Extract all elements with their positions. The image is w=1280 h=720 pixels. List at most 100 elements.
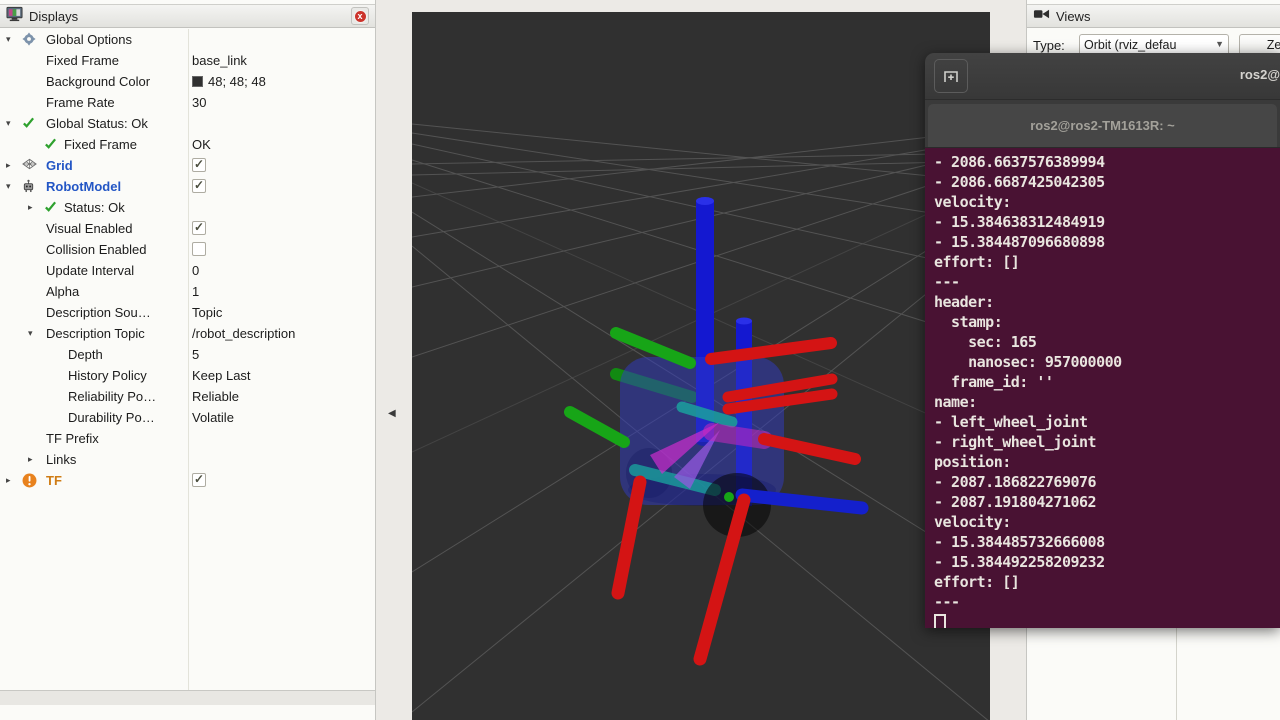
tree-row[interactable]: ▾Global Status: Ok (0, 113, 375, 134)
panel-splitter[interactable]: ◀ (377, 0, 412, 720)
new-tab-button[interactable] (934, 59, 968, 93)
displays-panel: Displays x ▾ Global Options Fixed Frame bas… (0, 0, 376, 720)
chevron-down-icon: ▼ (1215, 39, 1224, 49)
views-type-label: Type: (1033, 38, 1065, 53)
views-panel-icon (1033, 7, 1050, 25)
gear-icon (22, 32, 38, 48)
tree-row-label: Status: Ok (64, 200, 125, 215)
color-swatch (192, 76, 203, 87)
tree-row-label: Fixed Frame (46, 53, 119, 68)
tree-expand-arrow-icon[interactable]: ▾ (6, 118, 11, 129)
terminal-line: - 15.384638312484919 (934, 212, 1280, 232)
tree-row[interactable]: ▾RobotModel (0, 176, 375, 197)
checkbox[interactable] (192, 242, 206, 256)
terminal-line: --- (934, 272, 1280, 292)
terminal-line: position: (934, 452, 1280, 472)
tree-expand-arrow-icon[interactable]: ▸ (6, 475, 11, 486)
terminal-line: - 2087.186822769076 (934, 472, 1280, 492)
tree-row[interactable]: Alpha 1 (0, 281, 375, 302)
checkbox[interactable] (192, 179, 206, 193)
displays-close-button[interactable]: x (351, 7, 369, 25)
tree-row-label: Description Sou… (46, 305, 151, 320)
view-type-value: Orbit (rviz_defau (1084, 38, 1176, 52)
grid-icon (22, 158, 38, 174)
tree-row[interactable]: Frame Rate 30 (0, 92, 375, 113)
checkbox[interactable] (192, 221, 206, 235)
tree-row[interactable]: Durability Po… Volatile (0, 407, 375, 428)
tree-row-value[interactable]: base_link (192, 53, 247, 68)
tree-row[interactable]: ▸TF (0, 470, 375, 491)
splitter-collapse-arrow-icon[interactable]: ◀ (388, 408, 396, 419)
tree-row-value[interactable]: Keep Last (192, 368, 251, 383)
terminal-output[interactable]: - 2086.6637576389994- 2086.6687425042305… (925, 148, 1280, 628)
displays-panel-title: Displays (29, 9, 351, 24)
new-tab-icon (941, 67, 961, 85)
robot-icon (22, 179, 38, 195)
views-panel-header: Views (1027, 4, 1280, 28)
tree-row[interactable]: History PolicyKeep Last (0, 365, 375, 386)
tree-expand-arrow-icon[interactable]: ▾ (6, 181, 11, 192)
tree-row-value[interactable]: Topic (192, 305, 222, 320)
tree-row[interactable]: Background Color48; 48; 48 (0, 71, 375, 92)
terminal-window[interactable]: ros2@ ros2@ros2-TM1613R: ~ - 2086.663757… (925, 53, 1280, 628)
tree-row-label: Durability Po… (68, 410, 155, 425)
tree-row-value[interactable]: Reliable (192, 389, 239, 404)
displays-panel-icon (6, 6, 23, 27)
tree-row-label: Links (46, 452, 76, 467)
tree-row-value[interactable]: 0 (192, 263, 199, 278)
tree-row-value[interactable]: OK (192, 137, 211, 152)
views-panel-title: Views (1056, 9, 1090, 24)
tree-row-label: Alpha (46, 284, 79, 299)
tree-row[interactable]: ▸ Grid (0, 155, 375, 176)
tree-row-label: Frame Rate (46, 95, 115, 110)
tree-expand-arrow-icon[interactable]: ▾ (6, 34, 11, 45)
tree-row-label: Collision Enabled (46, 242, 146, 257)
terminal-line: - 2087.191804271062 (934, 492, 1280, 512)
checkbox[interactable] (192, 158, 206, 172)
terminal-cursor (934, 614, 946, 628)
tree-row[interactable]: ▸ Links (0, 449, 375, 470)
tree-row[interactable]: Reliability Po… Reliable (0, 386, 375, 407)
tree-row[interactable]: Fixed Frame OK (0, 134, 375, 155)
tree-row[interactable]: Update Interval 0 (0, 260, 375, 281)
terminal-titlebar[interactable]: ros2@ (925, 53, 1280, 100)
tree-row[interactable]: Depth5 (0, 344, 375, 365)
terminal-window-title: ros2@ (1240, 67, 1280, 82)
tree-expand-arrow-icon[interactable]: ▸ (6, 160, 11, 171)
tree-row-label: Grid (46, 158, 73, 173)
tree-row-value[interactable]: /robot_description (192, 326, 295, 341)
3d-viewport[interactable] (412, 12, 990, 720)
terminal-line: - 15.384492258209232 (934, 552, 1280, 572)
terminal-tab[interactable]: ros2@ros2-TM1613R: ~ (928, 104, 1277, 147)
tree-row-label: Update Interval (46, 263, 134, 278)
tree-row-label: Visual Enabled (46, 221, 133, 236)
tree-row-label: Reliability Po… (68, 389, 156, 404)
tree-expand-arrow-icon[interactable]: ▸ (28, 454, 33, 465)
3d-viewport-canvas[interactable] (412, 12, 990, 720)
tree-row[interactable]: ▾ Global Options (0, 29, 375, 50)
terminal-tab-title: ros2@ros2-TM1613R: ~ (1030, 118, 1175, 133)
checkbox[interactable] (192, 473, 206, 487)
tree-row-label: Global Options (46, 32, 132, 47)
tree-row-value[interactable]: 48; 48; 48 (192, 74, 266, 89)
tree-row[interactable]: Description Sou… Topic (0, 302, 375, 323)
tree-row[interactable]: Visual Enabled (0, 218, 375, 239)
terminal-line: frame_id: '' (934, 372, 1280, 392)
warning-icon (22, 473, 38, 489)
terminal-line: name: (934, 392, 1280, 412)
displays-panel-header: Displays x (0, 4, 375, 28)
tree-row-value[interactable]: 30 (192, 95, 206, 110)
tree-row-value[interactable]: Volatile (192, 410, 234, 425)
tree-row-value[interactable]: 5 (192, 347, 199, 362)
tree-row[interactable]: Collision Enabled (0, 239, 375, 260)
tree-expand-arrow-icon[interactable]: ▾ (28, 328, 33, 339)
tree-row[interactable]: ▾Description Topic/robot_description (0, 323, 375, 344)
tree-row-value[interactable]: 1 (192, 284, 199, 299)
tree-expand-arrow-icon[interactable]: ▸ (28, 202, 33, 213)
tree-row[interactable]: ▸ Status: Ok (0, 197, 375, 218)
tree-row[interactable]: TF Prefix (0, 428, 375, 449)
terminal-line: header: (934, 292, 1280, 312)
tree-row[interactable]: Fixed Frame base_link (0, 50, 375, 71)
terminal-line: effort: [] (934, 252, 1280, 272)
tree-row-label: Fixed Frame (64, 137, 137, 152)
